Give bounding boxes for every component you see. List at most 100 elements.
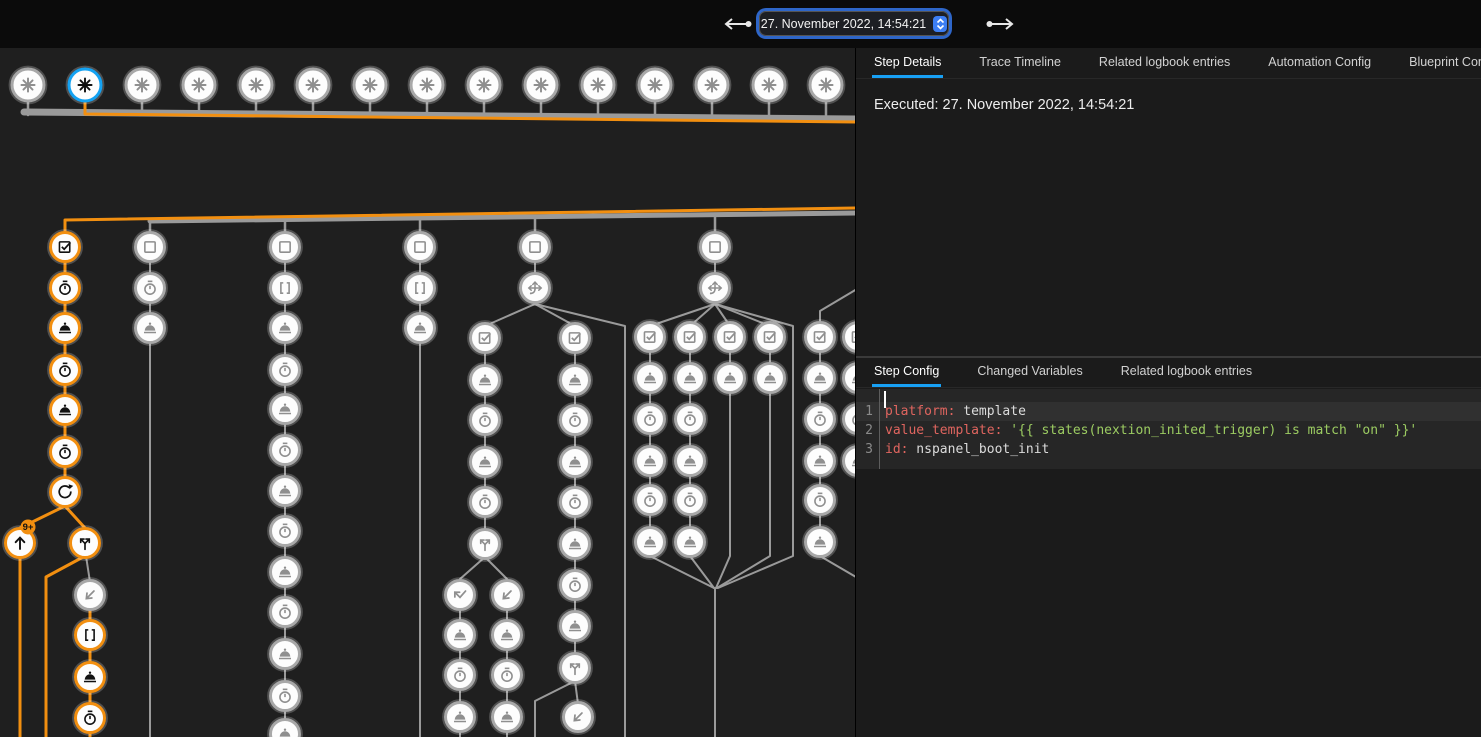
node-bell[interactable]	[633, 525, 667, 559]
node-asterisk[interactable]	[67, 67, 104, 104]
node-timer[interactable]	[48, 435, 82, 469]
node-timer[interactable]	[443, 658, 477, 692]
tab-step-config[interactable]: Step Config	[872, 358, 941, 387]
node-bell[interactable]	[673, 361, 707, 395]
node-bell[interactable]	[48, 393, 82, 427]
node-bell[interactable]	[803, 444, 837, 478]
node-check-square[interactable]	[633, 320, 667, 354]
yaml-editor[interactable]: 1platform: template2value_template: '{{ …	[856, 389, 1481, 469]
node-bell[interactable]	[713, 361, 747, 395]
node-bell[interactable]	[48, 311, 82, 345]
node-asterisk[interactable]	[181, 67, 218, 104]
tab-step-details[interactable]: Step Details	[872, 48, 943, 78]
node-check-square[interactable]	[558, 321, 592, 355]
node-call-split[interactable]	[558, 651, 592, 685]
node-check-square[interactable]	[841, 320, 855, 354]
node-bell[interactable]	[268, 555, 302, 589]
tab-blueprint-config[interactable]: Blueprint Config	[1407, 48, 1481, 78]
node-bell[interactable]	[468, 363, 502, 397]
node-bell[interactable]	[633, 444, 667, 478]
node-bell[interactable]	[73, 660, 107, 694]
tab-automation-config[interactable]: Automation Config	[1266, 48, 1373, 78]
tab-related-logbook-entries[interactable]: Related logbook entries	[1119, 358, 1254, 387]
node-square[interactable]	[518, 230, 552, 264]
node-timer[interactable]	[268, 595, 302, 629]
node-check-square[interactable]	[753, 320, 787, 354]
node-asterisk[interactable]	[808, 67, 845, 104]
node-bell[interactable]	[443, 618, 477, 652]
node-call-missed[interactable]	[443, 578, 477, 612]
node-bell[interactable]	[268, 637, 302, 671]
node-call-split[interactable]	[468, 527, 502, 561]
node-asterisk[interactable]	[466, 67, 503, 104]
node-check-square[interactable]	[48, 230, 82, 264]
node-bell[interactable]	[558, 609, 592, 643]
node-call-split[interactable]	[68, 526, 102, 560]
previous-run-button[interactable]	[720, 14, 754, 34]
tab-changed-variables[interactable]: Changed Variables	[975, 358, 1084, 387]
node-bell[interactable]	[841, 444, 855, 478]
node-arrow-decision[interactable]	[518, 271, 552, 305]
node-bell[interactable]	[633, 361, 667, 395]
node-check-square[interactable]	[803, 320, 837, 354]
node-timer[interactable]	[803, 483, 837, 517]
node-timer[interactable]	[268, 433, 302, 467]
node-bell[interactable]	[268, 311, 302, 345]
node-asterisk[interactable]	[637, 67, 674, 104]
node-square[interactable]	[698, 230, 732, 264]
node-arrow-bl[interactable]	[561, 700, 595, 734]
node-bell[interactable]	[558, 363, 592, 397]
node-check-square[interactable]	[468, 321, 502, 355]
node-arrow-bl[interactable]	[73, 578, 107, 612]
node-refresh[interactable]	[48, 475, 82, 509]
trace-graph-canvas[interactable]: 9+	[0, 48, 855, 737]
node-timer[interactable]	[633, 402, 667, 436]
node-bell[interactable]	[133, 311, 167, 345]
run-datetime-select[interactable]: 27. November 2022, 14:54:21	[759, 11, 949, 36]
node-square[interactable]	[133, 230, 167, 264]
node-bell[interactable]	[468, 445, 502, 479]
node-timer[interactable]	[48, 353, 82, 387]
node-asterisk[interactable]	[352, 67, 389, 104]
node-timer[interactable]	[268, 514, 302, 548]
node-check-square[interactable]	[713, 320, 747, 354]
tab-related-logbook-entries[interactable]: Related logbook entries	[1097, 48, 1232, 78]
node-bell[interactable]	[673, 444, 707, 478]
node-timer[interactable]	[468, 485, 502, 519]
node-arrow-up[interactable]: 9+	[3, 520, 37, 560]
node-timer[interactable]	[133, 271, 167, 305]
node-bell[interactable]	[490, 700, 524, 734]
node-bell[interactable]	[753, 361, 787, 395]
node-asterisk[interactable]	[409, 67, 446, 104]
node-asterisk[interactable]	[238, 67, 275, 104]
node-square[interactable]	[268, 230, 302, 264]
node-bell[interactable]	[558, 445, 592, 479]
node-bell[interactable]	[803, 361, 837, 395]
node-asterisk[interactable]	[694, 67, 731, 104]
node-bell[interactable]	[403, 311, 437, 345]
node-timer[interactable]	[558, 568, 592, 602]
node-bell[interactable]	[443, 700, 477, 734]
node-timer[interactable]	[633, 483, 667, 517]
node-asterisk[interactable]	[580, 67, 617, 104]
node-check-square[interactable]	[673, 320, 707, 354]
node-arrow-bl[interactable]	[490, 578, 524, 612]
node-timer[interactable]	[803, 402, 837, 436]
node-asterisk[interactable]	[295, 67, 332, 104]
node-timer[interactable]	[268, 353, 302, 387]
node-brackets[interactable]	[73, 618, 107, 652]
node-arrow-decision[interactable]	[698, 271, 732, 305]
node-bell[interactable]	[803, 525, 837, 559]
node-brackets[interactable]	[403, 271, 437, 305]
node-timer[interactable]	[558, 403, 592, 437]
node-bell[interactable]	[268, 392, 302, 426]
node-bell[interactable]	[490, 618, 524, 652]
node-square[interactable]	[403, 230, 437, 264]
node-bell[interactable]	[268, 474, 302, 508]
node-timer[interactable]	[490, 658, 524, 692]
node-timer[interactable]	[841, 402, 855, 436]
tab-trace-timeline[interactable]: Trace Timeline	[977, 48, 1063, 78]
node-asterisk[interactable]	[124, 67, 161, 104]
node-bell[interactable]	[841, 361, 855, 395]
node-timer[interactable]	[558, 485, 592, 519]
